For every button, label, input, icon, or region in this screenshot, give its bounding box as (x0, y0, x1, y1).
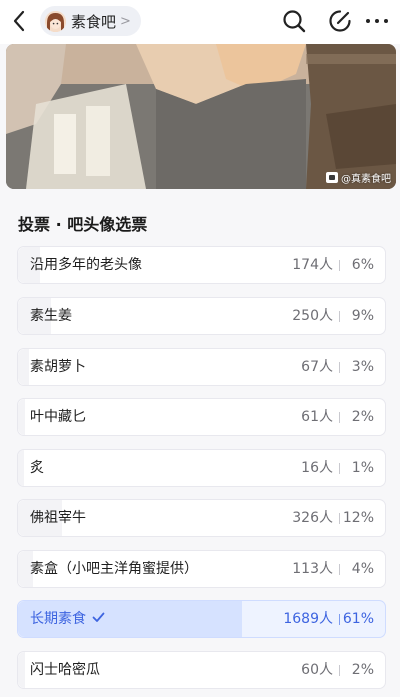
watermark-logo-icon (326, 172, 338, 183)
poll-option[interactable]: 炙 16人 1% (17, 449, 386, 487)
poll-option-progress-bar (18, 349, 29, 385)
poll-option-divider (339, 513, 340, 524)
poll-option-divider (339, 260, 340, 271)
poll-option-label: 炙 (30, 450, 44, 486)
poll-title: 投票 · 吧头像选票 (18, 215, 148, 234)
poll-option[interactable]: 素生姜 250人 9% (17, 297, 386, 335)
poll-option-percent: 12% (342, 510, 374, 526)
poll-option-percent: 4% (351, 561, 374, 577)
poll-option-label-text: 素盒（小吧主洋角蜜提供） (30, 561, 198, 577)
poll-option-label: 闪士哈密瓜 (30, 652, 100, 688)
chip-chevron-icon: > (120, 13, 131, 29)
poll-option-label-text: 佛祖宰牛 (30, 510, 86, 526)
poll-option-percent: 61% (342, 611, 374, 627)
poll-option[interactable]: 素盒（小吧主洋角蜜提供） 113人 4% (17, 550, 386, 588)
poll-option-percent: 2% (351, 662, 374, 678)
poll-option-count: 60人 (301, 662, 333, 678)
watermark-text: @真素食吧 (341, 174, 391, 185)
post-image[interactable]: @真素食吧 (6, 44, 396, 189)
poll-option-count: 67人 (301, 359, 333, 375)
poll-option-label-text: 素胡萝卜 (30, 359, 86, 375)
poll-option[interactable]: 长期素食 1689人 61% (17, 600, 386, 638)
poll-option-label-text: 素生姜 (30, 308, 72, 324)
poll-card: 投票 · 吧头像选票 沿用多年的老头像 174人 6% 素生姜 250人 9% 素胡萝卜 67… (6, 196, 396, 697)
poll-option-label-text: 长期素食 (30, 611, 86, 627)
poll-option-label-text: 闪士哈密瓜 (30, 662, 100, 678)
poll-option-progress-bar (18, 450, 24, 486)
back-arrow-icon[interactable] (8, 8, 32, 34)
poll-option-label-text: 沿用多年的老头像 (30, 257, 142, 273)
image-watermark: @真素食吧 (326, 170, 391, 185)
poll-option-divider (339, 665, 340, 676)
poll-option-label-text: 炙 (30, 460, 44, 476)
poll-option-divider (339, 564, 340, 575)
poll-option[interactable]: 素胡萝卜 67人 3% (17, 348, 386, 386)
poll-option-count: 61人 (301, 409, 333, 425)
poll-option-percent: 2% (351, 409, 374, 425)
poll-option-divider (339, 614, 340, 625)
top-nav-bar: 素食吧 > (0, 0, 400, 44)
poll-option-label-text: 叶中藏匕 (30, 409, 86, 425)
poll-option-divider (339, 463, 340, 474)
more-icon[interactable] (364, 8, 390, 34)
poll-option-label: 素生姜 (30, 298, 72, 334)
poll-option[interactable]: 闪士哈密瓜 60人 2% (17, 651, 386, 689)
poll-option-divider (339, 412, 340, 423)
poll-option[interactable]: 佛祖宰牛 326人 12% (17, 499, 386, 537)
poll-option-progress-bar (18, 652, 26, 688)
poll-option-percent: 9% (351, 308, 374, 324)
poll-option-label: 沿用多年的老头像 (30, 247, 142, 283)
poll-option-progress-bar (18, 399, 26, 435)
poll-option-label: 佛祖宰牛 (30, 500, 86, 536)
forum-chip[interactable]: 素食吧 > (40, 6, 141, 36)
search-icon[interactable] (281, 8, 307, 34)
poll-option-count: 174人 (292, 257, 333, 273)
poll-option-percent: 6% (351, 257, 374, 273)
checkmark-icon (92, 601, 105, 637)
forum-name: 素食吧 (71, 12, 117, 31)
poll-option-percent: 3% (351, 359, 374, 375)
poll-option-count: 250人 (292, 308, 333, 324)
poll-option-count: 16人 (301, 460, 333, 476)
edit-icon[interactable] (327, 8, 353, 34)
poll-option-percent: 1% (351, 460, 374, 476)
poll-option-divider (339, 311, 340, 322)
poll-option-count: 326人 (292, 510, 333, 526)
poll-option-count: 1689人 (283, 611, 333, 627)
poll-option-label: 叶中藏匕 (30, 399, 86, 435)
poll-option[interactable]: 沿用多年的老头像 174人 6% (17, 246, 386, 284)
poll-option-label: 素胡萝卜 (30, 349, 86, 385)
forum-avatar (45, 10, 66, 32)
poll-option-label: 素盒（小吧主洋角蜜提供） (30, 551, 198, 587)
poll-option-label: 长期素食 (30, 601, 105, 637)
poll-option[interactable]: 叶中藏匕 61人 2% (17, 398, 386, 436)
poll-option-divider (339, 362, 340, 373)
poll-option-count: 113人 (292, 561, 333, 577)
